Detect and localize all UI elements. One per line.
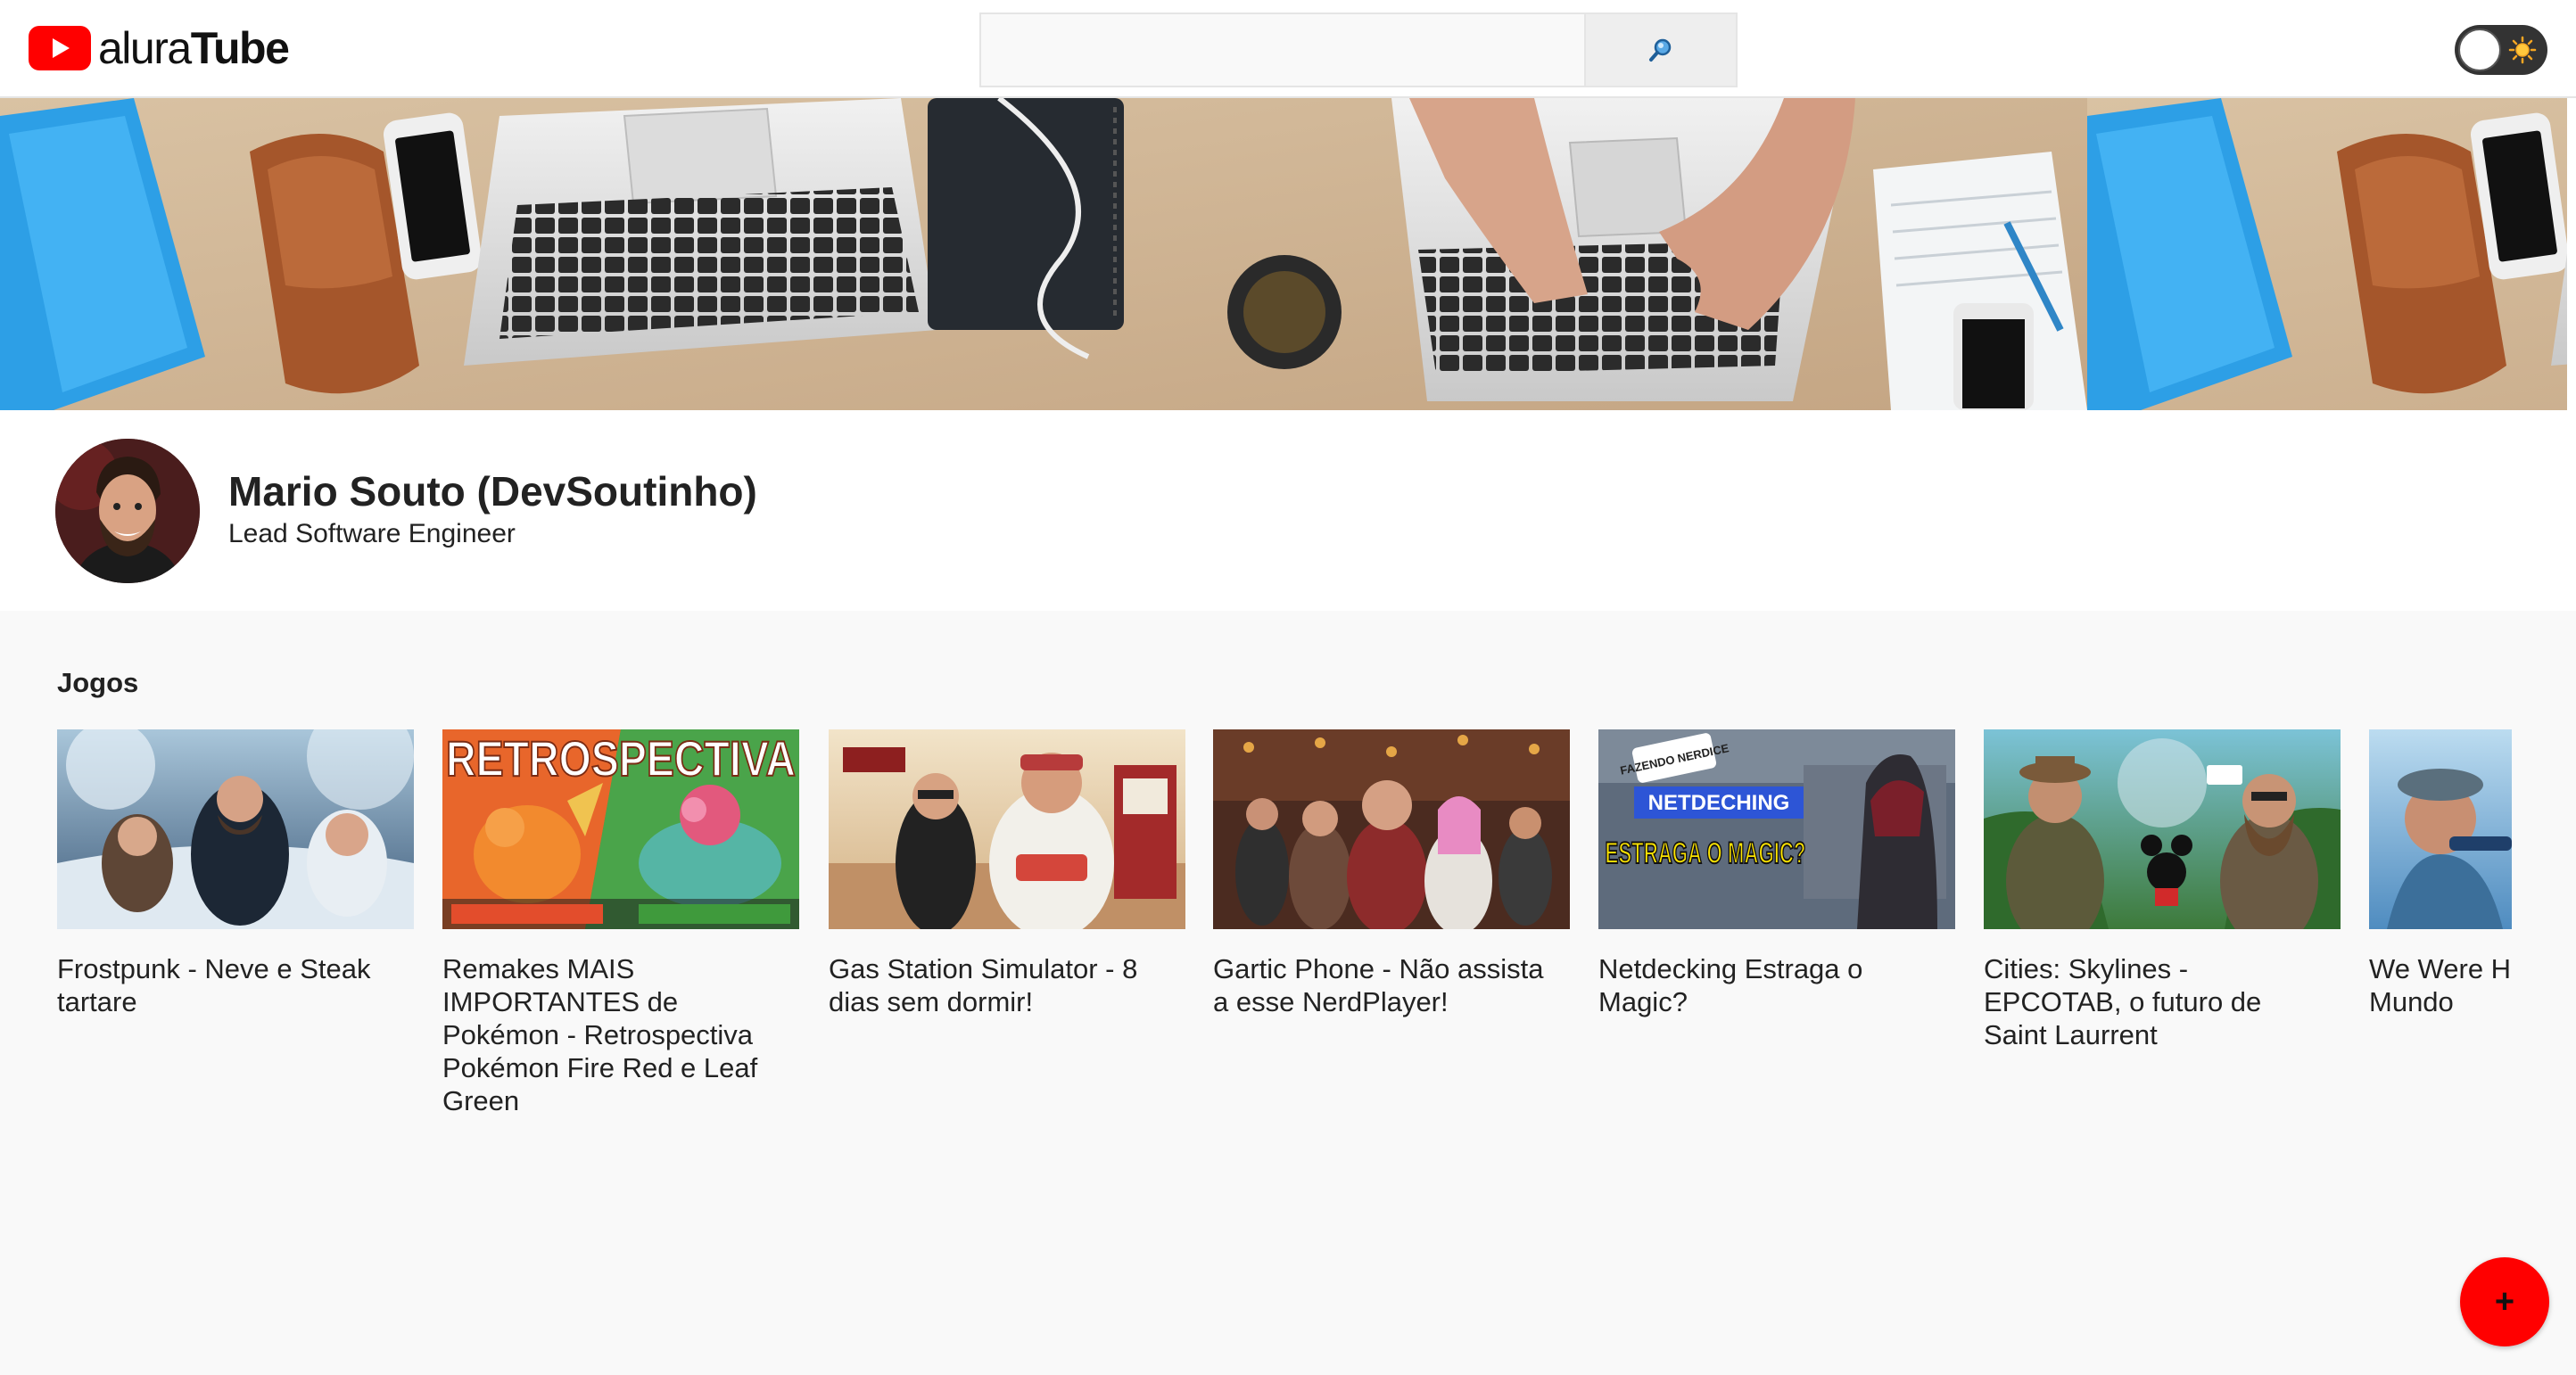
- video-thumbnail: [829, 729, 1185, 929]
- play-logo-icon: [29, 26, 91, 70]
- avatar-photo: [55, 439, 200, 583]
- toggle-knob: [2458, 29, 2501, 71]
- video-thumbnail: [57, 729, 414, 929]
- search-input[interactable]: [979, 12, 1586, 87]
- top-menu: aluraTube: [0, 0, 2576, 98]
- video-title: Cities: Skylines - EPCOTAB, o futuro de …: [1984, 953, 2262, 1050]
- video-title: Gas Station Simulator - 8 dias sem dormi…: [829, 953, 1138, 1017]
- video-card[interactable]: Gartic Phone - Não assista a esse NerdPl…: [1213, 729, 1570, 1018]
- desk-laptops-photo: [0, 98, 2576, 410]
- video-thumbnail: RETROSPECTIVA: [442, 729, 799, 929]
- theme-toggle[interactable]: [2455, 25, 2547, 75]
- magnifier-icon: [1649, 38, 1672, 62]
- add-video-button[interactable]: +: [2460, 1257, 2549, 1346]
- video-card[interactable]: RETROSPECTIVA Remakes MAIS IMPORTANTES d…: [442, 729, 799, 1117]
- video-title: Netdecking Estraga o Magic?: [1598, 953, 1863, 1017]
- logo-text: aluraTube: [98, 23, 290, 73]
- thumb-text: ESTRAGA O MAGIC?: [1606, 836, 1806, 870]
- video-title: We Were H - Os Enigm Mundo: [2369, 953, 2512, 1017]
- logo-text-bold: Tube: [190, 23, 290, 73]
- channel-banner: [0, 98, 2576, 410]
- profile-role: Lead Software Engineer: [228, 519, 516, 548]
- video-card[interactable]: FAZENDO NERDICE NETDECHING ESTRAGA O MAG…: [1598, 729, 1955, 1018]
- video-card[interactable]: Cities: Skylines - EPCOTAB, o futuro de …: [1984, 729, 2341, 1051]
- sun-icon: [2508, 36, 2537, 64]
- video-thumbnail: FAZENDO NERDICE NETDECHING ESTRAGA O MAG…: [1598, 729, 1955, 929]
- video-thumbnail: [2369, 729, 2512, 929]
- video-title: Remakes MAIS IMPORTANTES de Pokémon - Re…: [442, 953, 758, 1116]
- avatar[interactable]: [55, 439, 200, 583]
- search-bar: [979, 12, 1738, 87]
- video-card[interactable]: Gas Station Simulator - 8 dias sem dormi…: [829, 729, 1185, 1018]
- logo-text-light: alura: [98, 23, 192, 73]
- video-title: Frostpunk - Neve e Steak tartare: [57, 953, 371, 1017]
- profile-header: Mario Souto (DevSoutinho) Lead Software …: [0, 410, 2576, 611]
- video-thumbnail: [1984, 729, 2341, 929]
- alura-tube-logo[interactable]: aluraTube: [29, 21, 290, 75]
- video-thumbnail: [1213, 729, 1570, 929]
- thumb-text: RETROSPECTIVA: [446, 730, 796, 786]
- video-card[interactable]: We Were H - Os Enigm Mundo: [2369, 729, 2512, 1018]
- video-card[interactable]: Frostpunk - Neve e Steak tartare: [57, 729, 414, 1018]
- profile-name: Mario Souto (DevSoutinho): [228, 468, 757, 515]
- search-button[interactable]: [1586, 12, 1738, 87]
- section-title: Jogos: [57, 667, 139, 698]
- plus-icon: +: [2494, 1282, 2515, 1321]
- video-title: Gartic Phone - Não assista a esse NerdPl…: [1213, 953, 1544, 1017]
- video-list: Frostpunk - Neve e Steak tartare RETROSP…: [57, 729, 2512, 1140]
- thumb-text: NETDECHING: [1648, 791, 1790, 815]
